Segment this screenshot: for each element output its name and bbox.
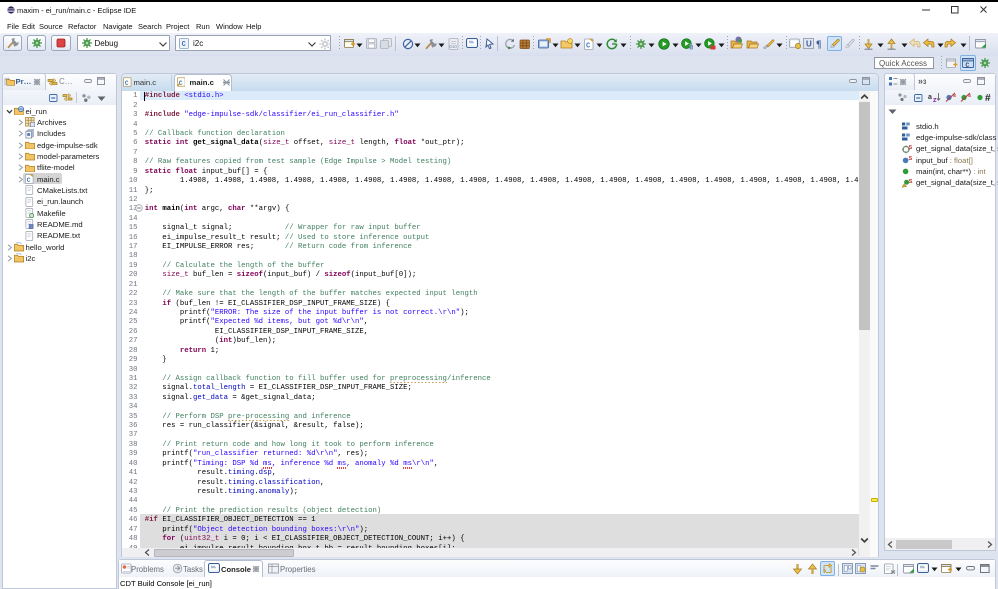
svg-text:C: C — [125, 80, 129, 87]
svg-text:C: C — [178, 80, 182, 87]
svg-text:U: U — [806, 40, 812, 49]
svg-text:010: 010 — [449, 44, 457, 49]
svg-text:C: C — [182, 41, 186, 49]
svg-text:C: C — [26, 177, 30, 184]
svg-text:S: S — [909, 145, 913, 151]
svg-text:C: C — [586, 43, 590, 51]
svg-text:z: z — [933, 97, 937, 103]
svg-text:a: a — [928, 94, 932, 101]
svg-text:C: C — [965, 62, 969, 69]
svg-text:#: # — [985, 93, 991, 103]
svg-text:¶: ¶ — [816, 40, 821, 50]
svg-text:s: s — [968, 93, 971, 99]
svg-text:S: S — [909, 156, 913, 162]
svg-text:s: s — [953, 93, 956, 99]
svg-text:S: S — [909, 179, 913, 185]
